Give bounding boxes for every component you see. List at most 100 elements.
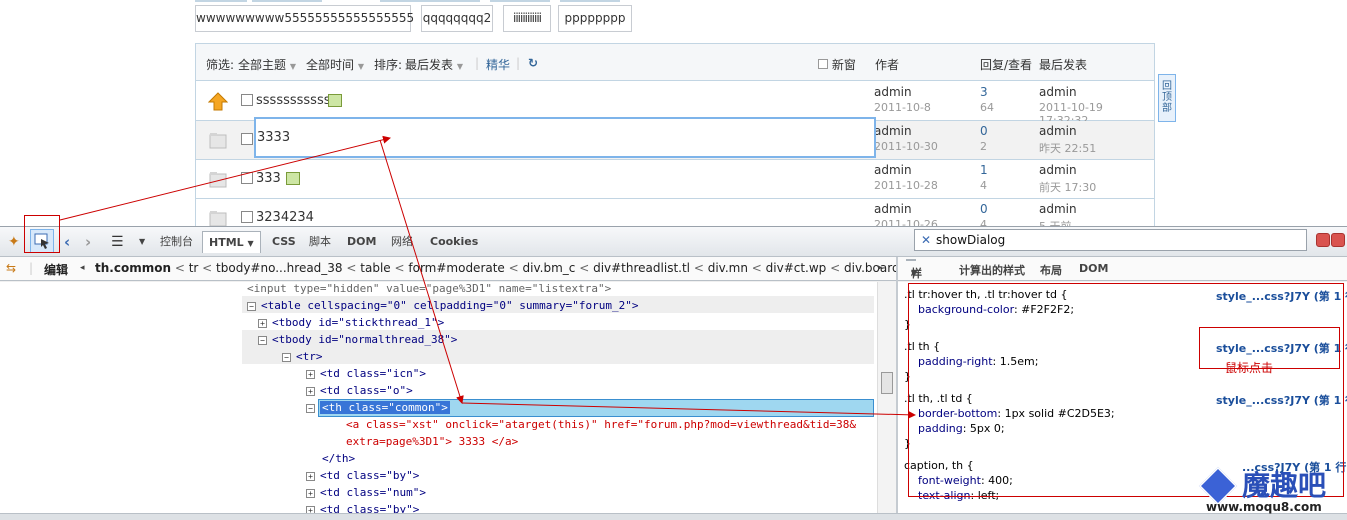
thread-title[interactable]: 3234234 (256, 210, 314, 225)
expand-icon[interactable]: + (306, 370, 315, 379)
breadcrumb-item[interactable]: table (360, 261, 390, 275)
checkbox[interactable] (818, 59, 828, 69)
breadcrumb-item[interactable]: div.bm_c (523, 261, 576, 275)
tab-console[interactable]: 控制台 (160, 231, 193, 253)
tree-node-selected[interactable]: − <th class="common"> (306, 401, 450, 414)
new-window-toggle[interactable]: 新窗 (818, 56, 856, 73)
filter-all-topics[interactable]: 全部主题 ▼ (238, 56, 296, 73)
thread-title[interactable]: 333 (256, 171, 281, 186)
tab-css[interactable]: CSS (272, 231, 296, 253)
thread-checkbox[interactable] (241, 211, 253, 223)
thread-author[interactable]: admin (874, 85, 912, 99)
thread-checkbox[interactable] (241, 94, 253, 106)
thread-row[interactable]: ssssssssssss admin 2011-10-8 3 64 admin … (196, 82, 1154, 127)
collapse-icon[interactable]: − (282, 353, 291, 362)
tab-cookies[interactable]: Cookies (430, 231, 478, 253)
expand-icon[interactable]: + (306, 472, 315, 481)
edit-button[interactable]: 编辑 (44, 261, 68, 278)
thread-row[interactable]: 333 admin 2011-10-28 1 4 admin 前天 17:30 (196, 160, 1154, 199)
breadcrumb: th.common < tr < tbody#no...hread_38 < t… (95, 261, 922, 275)
expand-icon[interactable]: + (306, 506, 315, 513)
scroll-left-icon[interactable]: ◂ (80, 263, 85, 273)
tree-node[interactable]: − <table cellspacing="0" cellpadding="0" … (247, 299, 639, 312)
tab-net[interactable]: 网络 (391, 231, 413, 253)
inspected-element-highlight[interactable]: 3333 (254, 117, 876, 158)
tab-html[interactable]: HTML ▼ (202, 231, 261, 253)
forward-arrow-icon[interactable]: › (85, 231, 91, 253)
divider: | (475, 56, 480, 70)
tree-node[interactable]: + <tbody id="stickthread_1"> (258, 316, 444, 329)
tree-node[interactable]: + <td class="o"> (306, 384, 413, 397)
expand-icon[interactable]: + (306, 387, 315, 396)
tree-node[interactable]: + <td class="num"> (306, 486, 426, 499)
tag-item[interactable]: wwwwwwwww55555555555555555 (195, 5, 414, 32)
search-value[interactable]: showDialog (936, 230, 1005, 250)
last-post-time[interactable]: 昨天 22:51 (1039, 140, 1096, 156)
tab-layout[interactable]: 布局 (1040, 262, 1062, 278)
menu-list-icon[interactable]: ☰ (111, 231, 124, 253)
collapse-icon[interactable]: − (258, 336, 267, 345)
chevron-down-icon[interactable]: ▼ (139, 231, 145, 253)
last-post-time[interactable]: 前天 17:30 (1039, 179, 1096, 195)
tree-node[interactable]: − <tbody id="normalthread_38"> (258, 333, 457, 346)
tree-node[interactable]: − <tr> (282, 350, 323, 363)
minimize-icon[interactable] (1316, 233, 1330, 247)
thread-author[interactable]: admin (874, 163, 912, 177)
tree-node[interactable]: <a class="xst" onclick="atarget(this)" h… (346, 418, 856, 431)
last-post-user[interactable]: admin (1039, 124, 1077, 138)
thread-title[interactable]: ssssssssssss (256, 93, 337, 108)
breadcrumb-item[interactable]: tr (189, 261, 199, 275)
thread-author[interactable]: admin (874, 202, 912, 216)
thread-author[interactable]: admin (874, 124, 912, 138)
tab-style[interactable]: 样式 ▼ (906, 259, 922, 298)
search-input[interactable]: ✕ showDialog (914, 229, 1307, 251)
clear-search-icon[interactable]: ✕ (921, 230, 931, 250)
last-post-user[interactable]: admin (1039, 85, 1077, 99)
close-icon[interactable] (1331, 233, 1345, 247)
reply-count[interactable]: 3 (980, 85, 988, 99)
tree-node[interactable]: <input type="hidden" value="page%3D1" na… (247, 282, 611, 295)
breadcrumb-item[interactable]: div.mn (708, 261, 748, 275)
tag-item[interactable]: pppppppp (558, 5, 632, 32)
tab-computed-style[interactable]: 计算出的样式 (959, 262, 1025, 278)
reply-count[interactable]: 0 (980, 124, 988, 138)
last-post-user[interactable]: admin (1039, 202, 1077, 216)
thread-title[interactable]: 3333 (257, 130, 290, 145)
collapse-icon[interactable]: − (306, 404, 315, 413)
tree-node[interactable]: + <td class="by"> (306, 469, 419, 482)
scrollbar-thumb[interactable] (881, 372, 893, 394)
breadcrumb-item[interactable]: div#threadlist.tl (593, 261, 690, 275)
html-scrollbar[interactable] (877, 282, 896, 513)
breadcrumb-item[interactable]: th.common (95, 261, 171, 275)
tab-side-dom[interactable]: DOM (1079, 262, 1108, 275)
thread-checkbox[interactable] (241, 172, 253, 184)
filter-digest[interactable]: 精华 (486, 56, 510, 73)
last-post-user[interactable]: admin (1039, 163, 1077, 177)
tree-toggle-icon[interactable]: ⇆ (6, 261, 16, 275)
tree-node[interactable]: + <td class="icn"> (306, 367, 426, 380)
scroll-right-icon[interactable]: ▸ (878, 263, 883, 273)
tag-item[interactable]: iiiiiiiiiiii (503, 5, 551, 32)
thread-checkbox[interactable] (241, 133, 253, 145)
breadcrumb-item[interactable]: tbody#no...hread_38 (216, 261, 343, 275)
tag-item[interactable]: qqqqqqqq2 (421, 5, 493, 32)
expand-icon[interactable]: + (258, 319, 267, 328)
tree-node[interactable]: </th> (322, 452, 355, 465)
reply-count[interactable]: 1 (980, 163, 988, 177)
breadcrumb-item[interactable]: form#moderate (408, 261, 504, 275)
sort-select[interactable]: 最后发表 ▼ (405, 56, 463, 73)
reply-count[interactable]: 0 (980, 202, 988, 216)
tab-script[interactable]: 脚本 (309, 231, 331, 253)
tree-node[interactable]: extra=page%3D1"> 3333 </a> (346, 435, 518, 448)
tree-node[interactable]: + <td class="by"> (306, 503, 419, 513)
collapse-icon[interactable]: − (247, 302, 256, 311)
tab-dom[interactable]: DOM (347, 231, 376, 253)
breadcrumb-item[interactable]: div#ct.wp (766, 261, 827, 275)
back-to-top-button[interactable]: 回顶部 (1158, 74, 1176, 122)
forum-page: wwwwwwwww55555555555555555 qqqqqqqq2 iii… (0, 0, 1347, 238)
filter-all-time[interactable]: 全部时间 ▼ (306, 56, 364, 73)
refresh-icon[interactable]: ↻ (528, 56, 538, 70)
back-arrow-icon[interactable]: ‹ (64, 231, 70, 253)
firebug-logo-icon[interactable]: ✦ (8, 231, 20, 253)
expand-icon[interactable]: + (306, 489, 315, 498)
